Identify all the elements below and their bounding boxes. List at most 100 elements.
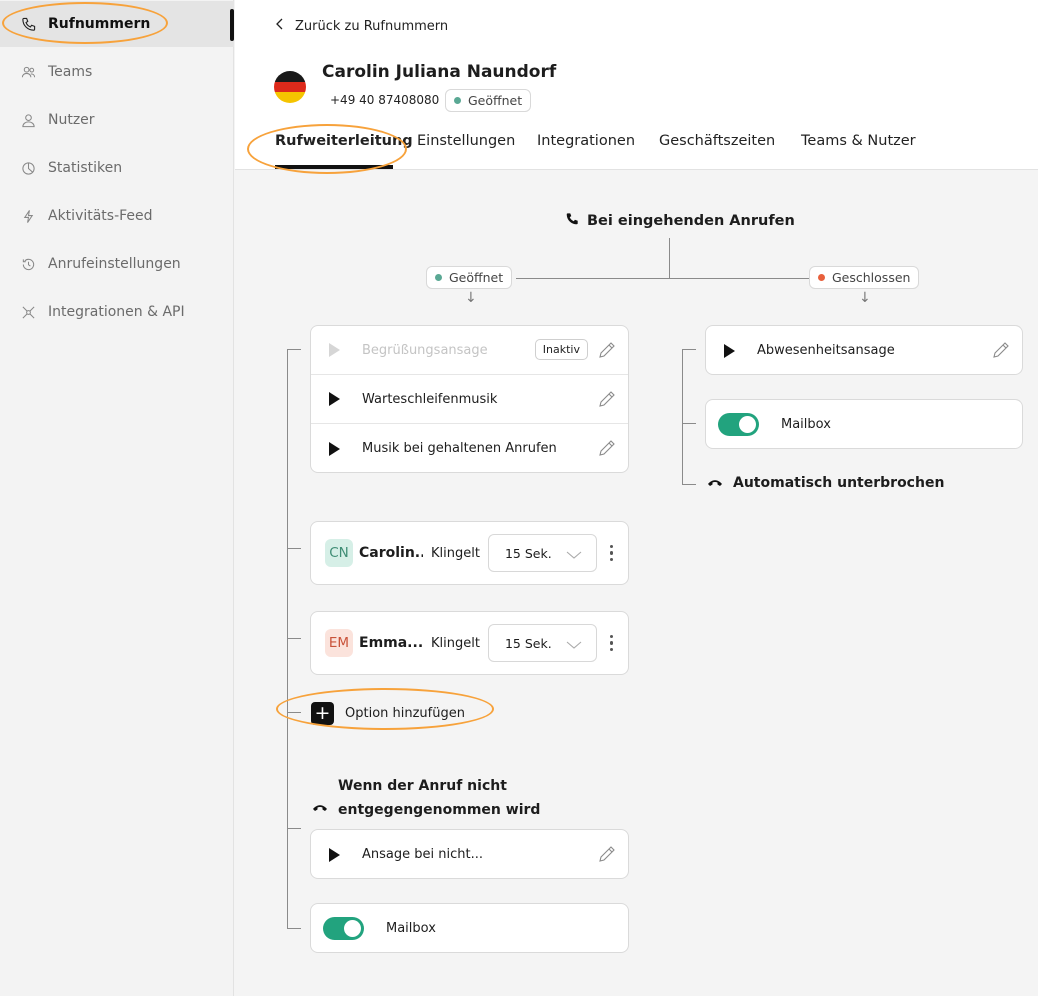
sidebar-item-label: Statistiken xyxy=(48,160,123,176)
tree-tick xyxy=(287,638,301,639)
sidebar-item-teams[interactable]: Teams xyxy=(0,49,234,95)
row-label: Ansage bei nicht... xyxy=(362,847,483,862)
row-label: Mailbox xyxy=(386,921,436,936)
sidebar-item-label: Aktivitäts-Feed xyxy=(48,208,153,224)
mailbox-toggle[interactable] xyxy=(718,413,759,436)
sidebar-item-nutzer[interactable]: Nutzer xyxy=(0,97,234,143)
sidebar-item-label: Anrufeinstellungen xyxy=(48,256,181,272)
row-abwesenheitsansage[interactable]: Abwesenheitsansage xyxy=(706,326,1022,375)
sidebar-item-label: Integrationen & API xyxy=(48,304,185,320)
no-answer-announcement-card: Ansage bei nicht... xyxy=(310,829,629,879)
tree-tick xyxy=(287,349,301,350)
auto-disconnect-text: Automatisch unterbrochen xyxy=(733,475,945,491)
edit-pencil-icon[interactable] xyxy=(596,388,618,410)
announcement-card: Begrüßungsansage Inaktiv Warteschleifenm… xyxy=(310,325,629,473)
arrow-down-icon: ↓ xyxy=(859,290,871,306)
phone-number: +49 40 87408080 xyxy=(330,93,440,107)
tab-integrationen[interactable]: Integrationen xyxy=(537,133,635,149)
sidebar-item-aktivitaets-feed[interactable]: Aktivitäts-Feed xyxy=(0,193,234,239)
sidebar-item-label: Rufnummern xyxy=(48,16,151,32)
back-link[interactable]: Zurück zu Rufnummern xyxy=(275,18,448,34)
edit-pencil-icon[interactable] xyxy=(596,843,618,865)
row-warteschleifenmusik[interactable]: Warteschleifenmusik xyxy=(311,375,628,424)
status-label: Geöffnet xyxy=(468,93,523,108)
integration-icon xyxy=(20,304,36,320)
edit-pencil-icon[interactable] xyxy=(990,339,1012,361)
tab-einstellungen[interactable]: Einstellungen xyxy=(417,133,515,149)
tree-tick xyxy=(682,423,696,424)
phone-icon xyxy=(20,16,36,32)
sidebar-item-statistiken[interactable]: Statistiken xyxy=(0,145,234,191)
flow-title-label: Bei eingehenden Anrufen xyxy=(587,213,795,229)
no-answer-mailbox-card: Mailbox xyxy=(310,903,629,953)
more-options-icon[interactable] xyxy=(609,634,614,652)
connector-line xyxy=(669,238,670,278)
row-label: Abwesenheitsansage xyxy=(757,343,895,358)
active-tab-indicator xyxy=(275,165,393,169)
ring-duration-select[interactable]: 15 Sek. xyxy=(487,534,597,572)
ring-duration-select[interactable]: 15 Sek. xyxy=(487,624,597,662)
tab-geschaeftszeiten[interactable]: Geschäftszeiten xyxy=(659,133,775,149)
status-dot-icon xyxy=(454,97,461,104)
tree-tick xyxy=(682,484,696,485)
tab-rufweiterleitung[interactable]: Rufweiterleitung xyxy=(275,133,413,149)
tree-tick xyxy=(287,828,301,829)
member-card-emma: EM Emma... Klingelt 15 Sek. xyxy=(310,611,629,675)
branch-closed-badge: Geschlossen xyxy=(809,266,920,289)
ring-label: Klingelt xyxy=(431,635,480,651)
sidebar-item-rufnummern[interactable]: Rufnummern xyxy=(0,1,234,47)
inactive-badge: Inaktiv xyxy=(534,339,588,360)
member-name: Carolin... xyxy=(359,545,423,561)
flow-title: Bei eingehenden Anrufen xyxy=(565,212,795,230)
tree-line xyxy=(287,349,288,929)
member-name: Emma... xyxy=(359,635,423,651)
play-icon[interactable] xyxy=(329,847,340,862)
more-options-icon[interactable] xyxy=(609,544,614,562)
row-ansage-bei-nicht[interactable]: Ansage bei nicht... xyxy=(311,830,628,879)
pie-chart-icon xyxy=(20,160,36,176)
sidebar-item-anrufeinstellungen[interactable]: Anrufeinstellungen xyxy=(0,241,234,287)
tree-line xyxy=(682,349,683,485)
sidebar-item-label: Nutzer xyxy=(48,112,95,128)
chevron-down-icon xyxy=(566,638,582,650)
row-label: Mailbox xyxy=(781,417,831,432)
tree-tick xyxy=(287,548,301,549)
row-begruessungsansage[interactable]: Begrüßungsansage Inaktiv xyxy=(311,326,628,375)
play-icon[interactable] xyxy=(329,392,340,406)
sidebar-item-label: Teams xyxy=(48,64,93,80)
row-musik-gehalten[interactable]: Musik bei gehaltenen Anrufen xyxy=(311,424,628,473)
absence-card: Abwesenheitsansage xyxy=(705,325,1023,375)
add-option-button[interactable]: + Option hinzufügen xyxy=(311,702,465,725)
play-icon[interactable] xyxy=(329,441,340,456)
status-badge: Geöffnet xyxy=(445,89,532,112)
play-icon[interactable] xyxy=(724,343,735,358)
tree-tick xyxy=(287,712,301,713)
add-option-label: Option hinzufügen xyxy=(345,706,465,721)
edit-pencil-icon[interactable] xyxy=(596,339,618,361)
closed-mailbox-card: Mailbox xyxy=(705,399,1023,449)
play-icon[interactable] xyxy=(329,343,340,357)
ring-label: Klingelt xyxy=(431,545,480,561)
tree-tick xyxy=(682,349,696,350)
no-answer-line: Wenn der Anruf nicht xyxy=(338,778,507,794)
chevron-left-icon xyxy=(275,18,285,34)
edit-pencil-icon[interactable] xyxy=(596,437,618,459)
connector-line xyxy=(516,278,810,279)
tree-tick xyxy=(287,928,301,929)
chevron-down-icon xyxy=(566,548,582,560)
branch-open-badge: Geöffnet xyxy=(426,266,513,289)
main-content: Zurück zu Rufnummern Carolin Juliana Nau… xyxy=(235,0,1038,996)
tab-teams-nutzer[interactable]: Teams & Nutzer xyxy=(801,133,916,149)
back-link-label: Zurück zu Rufnummern xyxy=(295,18,449,34)
branch-open-label: Geöffnet xyxy=(449,270,504,285)
plus-icon: + xyxy=(311,702,334,725)
closed-dot-icon xyxy=(818,274,825,281)
row-label: Begrüßungsansage xyxy=(362,342,488,358)
arrow-down-icon: ↓ xyxy=(465,290,477,306)
avatar: EM xyxy=(325,629,353,657)
mailbox-toggle[interactable] xyxy=(323,917,364,940)
ring-duration-value: 15 Sek. xyxy=(504,635,552,651)
row-mailbox: Mailbox xyxy=(706,400,1022,449)
sidebar-item-integrationen-api[interactable]: Integrationen & API xyxy=(0,289,234,335)
ring-duration-value: 15 Sek. xyxy=(504,545,552,561)
